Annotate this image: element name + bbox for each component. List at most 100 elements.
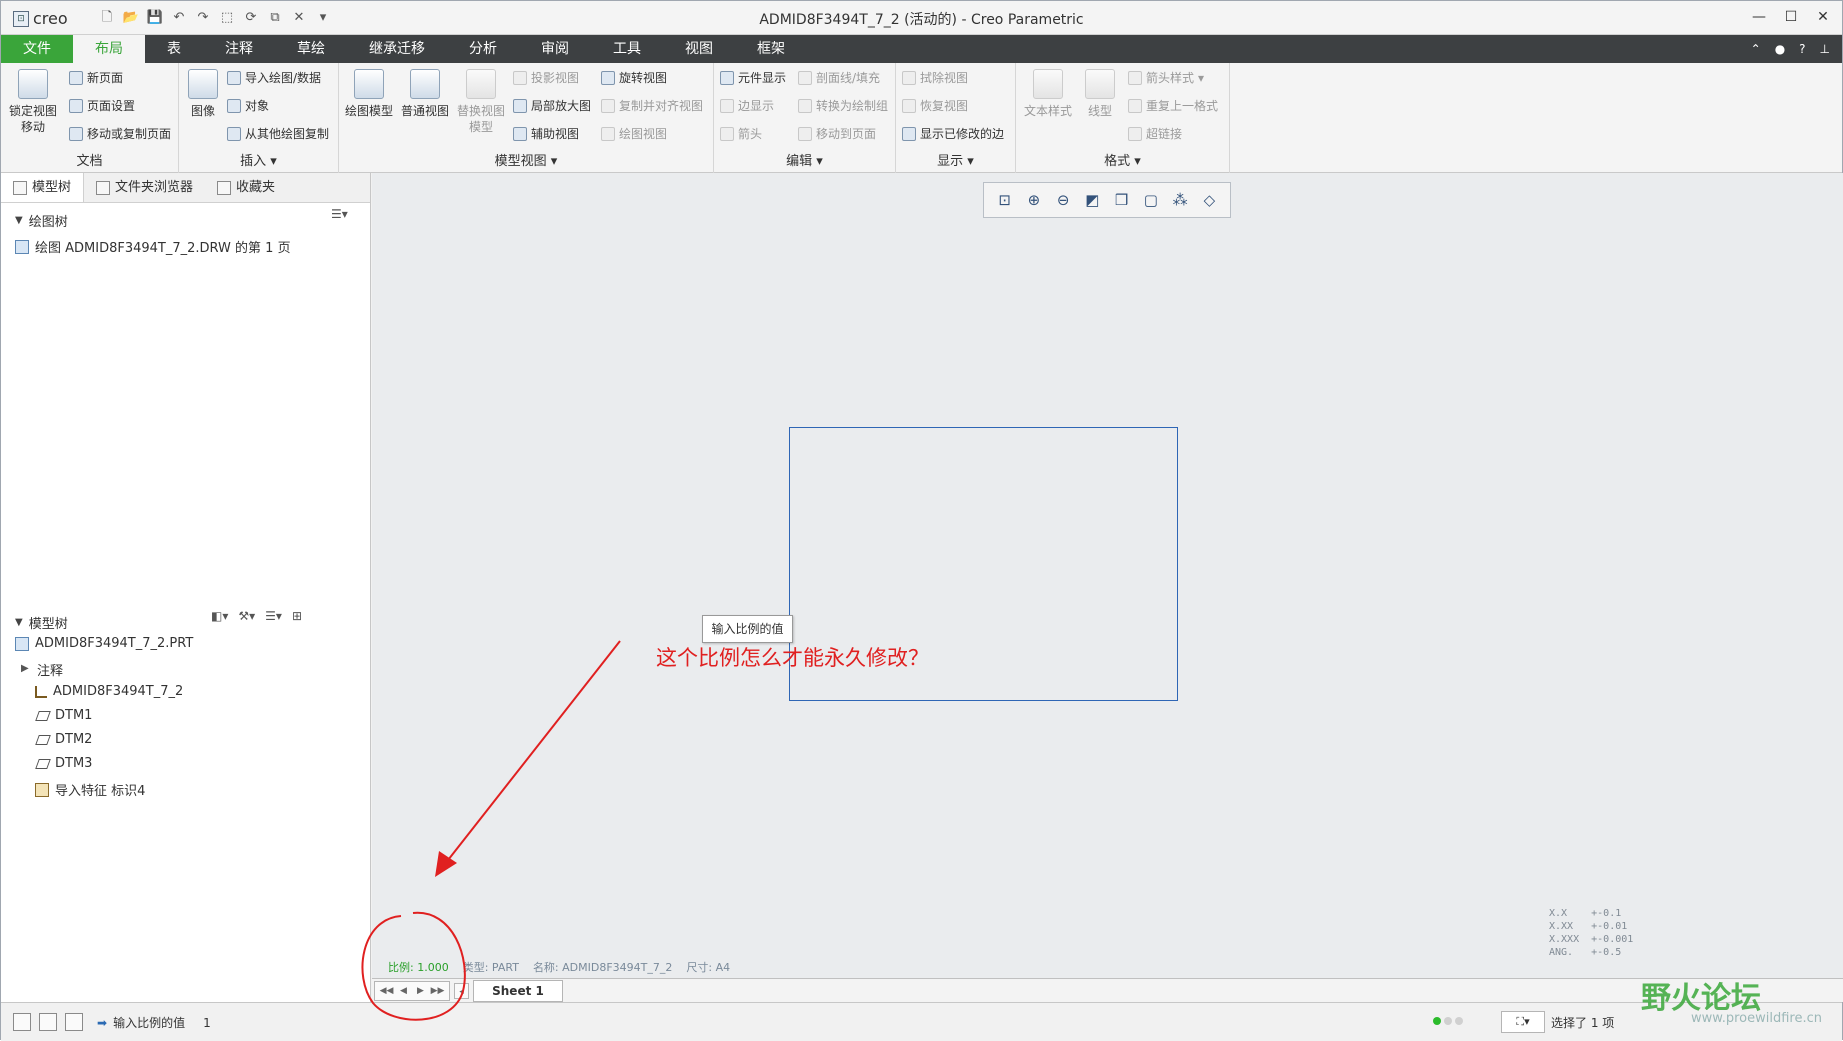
last-sheet-icon[interactable]: ▶▶ <box>430 983 445 999</box>
group-model-views: 绘图模型 普通视图 替换视图 模型 投影视图 局部放大图 辅助视图 旋转视图 复… <box>339 63 714 173</box>
replace-view-model-button[interactable]: 替换视图 模型 <box>455 69 507 135</box>
import-drawing-button[interactable]: 导入绘图/数据 <box>227 69 321 86</box>
navigator-toggle-icon[interactable] <box>13 1013 31 1031</box>
drawing-tree-header[interactable]: ▼ 绘图树 <box>15 211 68 230</box>
tree-item-dtm1[interactable]: DTM1 <box>35 708 92 723</box>
repeat-format-button[interactable]: 重复上一格式 <box>1128 97 1218 114</box>
tab-file[interactable]: 文件 <box>1 35 73 63</box>
show-modified-edges-button[interactable]: 显示已修改的边 <box>902 125 1004 142</box>
image-button[interactable]: 图像 <box>185 69 221 119</box>
tree-item-import-feature[interactable]: 导入特征 标识4 <box>35 780 145 799</box>
ribbon-tabs: 文件 布局 表 注释 草绘 继承迁移 分析 审阅 工具 视图 框架 ⌃ ● ? … <box>1 35 1842 63</box>
tab-model-tree[interactable]: 模型树 <box>1 173 85 202</box>
scale-value[interactable]: 比例: 1.000 <box>388 959 449 975</box>
type-value: 类型: PART <box>462 961 519 974</box>
general-view-button[interactable]: 普通视图 <box>399 69 451 119</box>
component-display-button[interactable]: 元件显示 <box>720 69 786 86</box>
zoom-out-icon[interactable]: ⊖ <box>1052 189 1074 211</box>
tree-item-csys[interactable]: ADMID8F3494T_7_2 <box>35 684 183 699</box>
refit-icon[interactable]: ⊡ <box>994 189 1016 211</box>
restore-view-label: 恢复视图 <box>920 99 969 113</box>
edge-display-button[interactable]: 边显示 <box>720 97 774 114</box>
tab-view[interactable]: 视图 <box>663 35 735 63</box>
tree-settings-icon[interactable]: ☰▾ <box>331 207 348 221</box>
tree-filter-icon[interactable]: ⚒▾ <box>238 609 255 623</box>
hyperlink-button[interactable]: 超链接 <box>1128 125 1182 142</box>
help-icon[interactable]: ? <box>1799 35 1805 63</box>
tree-settings-icon[interactable]: ☰▾ <box>265 609 282 623</box>
revolved-view-button[interactable]: 旋转视图 <box>601 69 667 86</box>
drawing-tree-item[interactable]: 绘图 ADMID8F3494T_7_2.DRW 的第 1 页 <box>15 237 291 256</box>
copy-from-other-drawing-button[interactable]: 从其他绘图复制 <box>227 125 329 142</box>
collapse-ribbon-icon[interactable]: ⌃ <box>1751 35 1761 63</box>
first-sheet-icon[interactable]: ◀◀ <box>379 983 394 999</box>
minimize-button[interactable]: — <box>1750 7 1768 27</box>
move-to-page-button[interactable]: 移动到页面 <box>798 125 876 142</box>
new-page-button[interactable]: 新页面 <box>69 69 123 86</box>
tree-item-part[interactable]: ADMID8F3494T_7_2.PRT <box>15 636 193 651</box>
arrow-style-button[interactable]: 箭头样式 ▾ <box>1128 69 1204 86</box>
xhatch-button[interactable]: 剖面线/填充 <box>798 69 880 86</box>
next-sheet-icon[interactable]: ▶ <box>413 983 428 999</box>
arrow-button[interactable]: 箭头 <box>720 125 762 142</box>
group-insert-label[interactable]: 插入 ▾ <box>179 150 338 169</box>
projection-view-button[interactable]: 投影视图 <box>513 69 579 86</box>
favorites-icon <box>217 180 232 195</box>
fullscreen-icon[interactable] <box>65 1013 83 1031</box>
group-display-label[interactable]: 显示 ▾ <box>896 150 1015 169</box>
group-model-views-label[interactable]: 模型视图 ▾ <box>339 150 713 169</box>
group-edit-label[interactable]: 编辑 ▾ <box>714 150 895 169</box>
tab-favorites[interactable]: 收藏夹 <box>205 173 287 202</box>
datum-display-icon[interactable]: ⁂ <box>1169 189 1191 211</box>
move-copy-page-label: 移动或复制页面 <box>87 127 172 141</box>
group-format-label[interactable]: 格式 ▾ <box>1016 150 1229 169</box>
page-setup-button[interactable]: 页面设置 <box>69 97 135 114</box>
sheet-tab-1[interactable]: Sheet 1 <box>473 979 563 1002</box>
tab-table[interactable]: 表 <box>145 35 203 63</box>
layer-icon[interactable]: ▢ <box>1140 189 1162 211</box>
restore-view-button[interactable]: 恢复视图 <box>902 97 968 114</box>
find-filter-button[interactable]: ⛶▾ <box>1501 1011 1545 1033</box>
erase-view-button[interactable]: 拭除视图 <box>902 69 968 86</box>
maximize-button[interactable]: ☐ <box>1782 7 1800 27</box>
tab-legacy-migration[interactable]: 继承迁移 <box>347 35 447 63</box>
convert-draft-group-button[interactable]: 转换为绘制组 <box>798 97 888 114</box>
drawing-model-button[interactable]: 绘图模型 <box>343 69 395 119</box>
object-button[interactable]: 对象 <box>227 97 269 114</box>
line-style-button[interactable]: 线型 <box>1078 69 1122 119</box>
tab-tools[interactable]: 工具 <box>591 35 663 63</box>
tab-annotate[interactable]: 注释 <box>203 35 275 63</box>
tab-layout[interactable]: 布局 <box>73 35 145 63</box>
display-style-icon[interactable]: ❒ <box>1111 189 1133 211</box>
tree-item-dtm2[interactable]: DTM2 <box>35 732 92 747</box>
drawing-view-button[interactable]: 绘图视图 <box>601 125 667 142</box>
text-style-button[interactable]: 文本样式 <box>1020 69 1076 119</box>
auxiliary-view-button[interactable]: 辅助视图 <box>513 125 579 142</box>
repaint-icon[interactable]: ◩ <box>1081 189 1103 211</box>
tree-item-dtm3[interactable]: DTM3 <box>35 756 92 771</box>
tree-item-label: 注释 <box>37 664 64 679</box>
tab-folder-browser[interactable]: 文件夹浏览器 <box>84 173 205 202</box>
user-icon[interactable]: ● <box>1775 35 1785 63</box>
tab-frame[interactable]: 框架 <box>735 35 807 63</box>
tab-review[interactable]: 审阅 <box>519 35 591 63</box>
browser-toggle-icon[interactable] <box>39 1013 57 1031</box>
edge-display-label: 边显示 <box>738 99 775 113</box>
model-tree-header[interactable]: ▼ 模型树 <box>15 613 68 632</box>
lock-view-move-button[interactable]: 锁定视图 移动 <box>7 69 59 135</box>
tab-sketch[interactable]: 草绘 <box>275 35 347 63</box>
copy-align-view-button[interactable]: 复制并对齐视图 <box>601 97 703 114</box>
add-sheet-icon[interactable]: ◂ <box>454 982 469 999</box>
annotation-display-icon[interactable]: ◇ <box>1198 189 1220 211</box>
zoom-in-icon[interactable]: ⊕ <box>1023 189 1045 211</box>
tab-analysis[interactable]: 分析 <box>447 35 519 63</box>
detailed-view-button[interactable]: 局部放大图 <box>513 97 591 114</box>
move-copy-page-button[interactable]: 移动或复制页面 <box>69 125 171 142</box>
close-button[interactable]: ✕ <box>1814 7 1832 27</box>
tree-item-annotations[interactable]: ▶ 注释 <box>21 660 64 680</box>
show-dropdown-icon[interactable]: ◧▾ <box>211 609 228 623</box>
prev-sheet-icon[interactable]: ◀ <box>396 983 411 999</box>
tree-columns-icon[interactable]: ⊞ <box>292 609 302 623</box>
pin-icon[interactable]: ⊥ <box>1820 35 1830 63</box>
import-feature-icon <box>35 782 49 797</box>
